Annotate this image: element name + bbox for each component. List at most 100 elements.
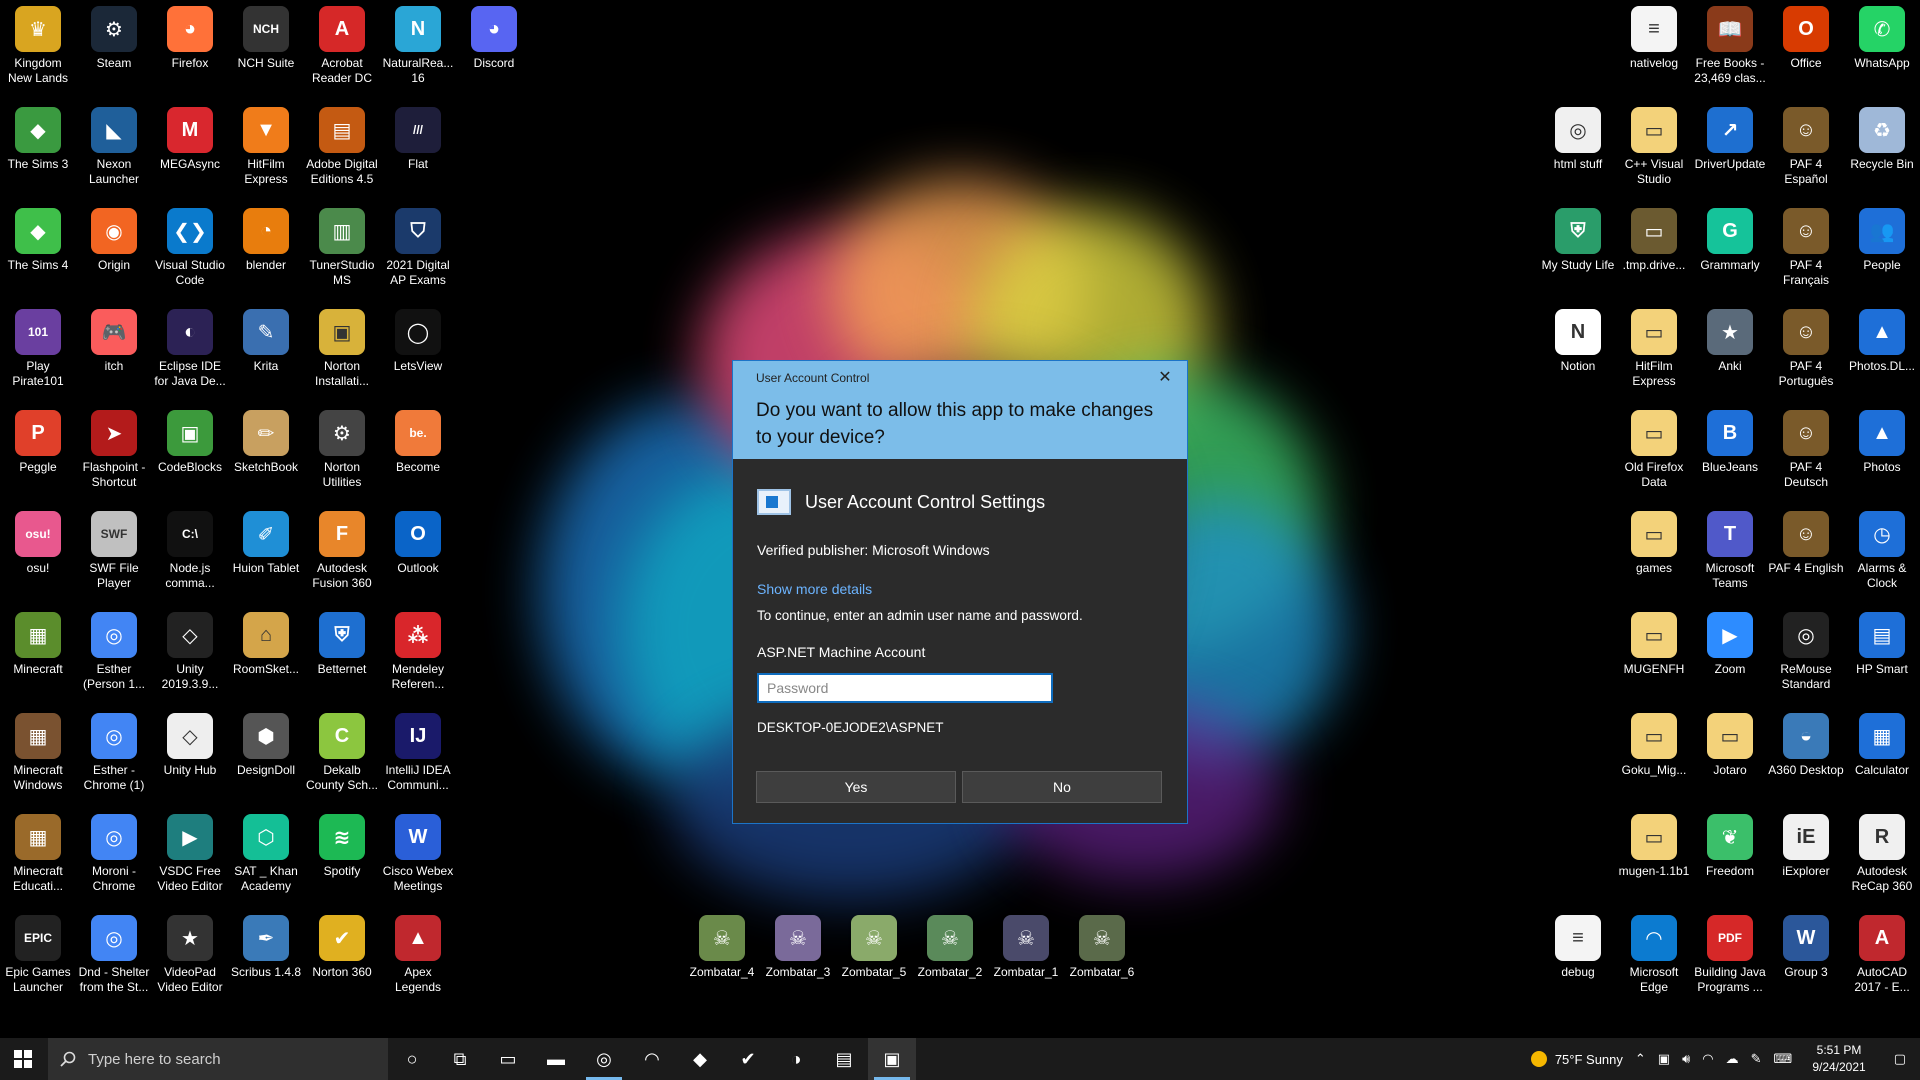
desktop-icon[interactable]: ≋ Spotify [304, 808, 380, 908]
desktop-icon[interactable]: F Autodesk Fusion 360 [304, 505, 380, 605]
desktop-icon[interactable]: ▤ Adobe Digital Editions 4.5 [304, 101, 380, 201]
desktop-icon[interactable]: ◉ Origin [76, 202, 152, 302]
desktop-icon[interactable]: ◐ Eclipse IDE for Java De... [152, 303, 228, 403]
desktop-icon[interactable]: ⁂ Mendeley Referen... [380, 606, 456, 706]
desktop-icon[interactable]: ▭ MUGENFH [1616, 606, 1692, 706]
show-more-details-link[interactable]: Show more details [757, 581, 872, 597]
notification-icon[interactable]: ▢ [1880, 1051, 1920, 1067]
desktop-icon[interactable]: ☺ PAF 4 Español [1768, 101, 1844, 201]
desktop-icon[interactable]: 👥 People [1844, 202, 1920, 302]
desktop-icon[interactable]: ◷ Alarms & Clock [1844, 505, 1920, 605]
tray-app-icon[interactable]: ▣ [1652, 1051, 1676, 1067]
notes-icon[interactable]: ◆ [676, 1038, 724, 1080]
close-icon[interactable]: ✕ [1153, 367, 1177, 389]
file-explorer-icon[interactable]: ▬ [532, 1038, 580, 1080]
desktop-icon[interactable]: NCH NCH Suite [228, 0, 304, 100]
desktop-icon[interactable]: PDF Building Java Programs ... [1692, 909, 1768, 1009]
desktop-icon[interactable]: ◎ Esther (Person 1... [76, 606, 152, 706]
desktop-icon[interactable]: ▼ HitFilm Express [228, 101, 304, 201]
desktop-icon[interactable]: N Notion [1540, 303, 1616, 403]
desktop-icon[interactable]: ▲ Apex Legends [380, 909, 456, 1009]
taskbar-search-box[interactable]: Type here to search [48, 1038, 388, 1080]
desktop-icon[interactable]: ☺ PAF 4 Deutsch [1768, 404, 1844, 504]
clock[interactable]: 5:51 PM 9/24/2021 [1798, 1042, 1879, 1076]
desktop-icon[interactable]: ⛨ My Study Life [1540, 202, 1616, 302]
desktop-icon[interactable]: EPIC Epic Games Launcher [0, 909, 76, 1009]
desktop-icon[interactable]: ≡ nativelog [1616, 0, 1692, 100]
desktop-icon[interactable]: ⌂ RoomSket... [228, 606, 304, 706]
desktop-icon[interactable]: ▭ mugen-1.1b1 [1616, 808, 1692, 908]
desktop-icon[interactable]: ☠ Zombatar_3 [760, 909, 836, 1009]
desktop-icon[interactable]: ▭ HitFilm Express [1616, 303, 1692, 403]
desktop-icon[interactable]: ★ Anki [1692, 303, 1768, 403]
desktop-icon[interactable]: ▣ CodeBlocks [152, 404, 228, 504]
desktop-icon[interactable]: B BlueJeans [1692, 404, 1768, 504]
desktop-icon[interactable]: ◇ Unity 2019.3.9... [152, 606, 228, 706]
desktop-icon[interactable]: ▭ games [1616, 505, 1692, 605]
desktop-icon[interactable]: ✎ Krita [228, 303, 304, 403]
desktop-icon[interactable]: ▭ Goku_Mig... [1616, 707, 1692, 807]
desktop-icon[interactable]: ▭ Jotaro [1692, 707, 1768, 807]
desktop-icon[interactable]: ✔ Norton 360 [304, 909, 380, 1009]
no-button[interactable]: No [962, 771, 1162, 803]
desktop-icon[interactable]: ▭ C++ Visual Studio [1616, 101, 1692, 201]
desktop-icon[interactable]: ▶ VSDC Free Video Editor [152, 808, 228, 908]
uac-settings-icon[interactable]: ▣ [868, 1038, 916, 1080]
desktop-icon[interactable]: O Outlook [380, 505, 456, 605]
desktop-icon[interactable]: ★ VideoPad Video Editor [152, 909, 228, 1009]
desktop-icon[interactable]: W Cisco Webex Meetings [380, 808, 456, 908]
desktop-icon[interactable]: ◎ html stuff [1540, 101, 1616, 201]
desktop-icon[interactable]: ▦ Minecraft Educati... [0, 808, 76, 908]
desktop-icon[interactable]: ✐ Huion Tablet [228, 505, 304, 605]
desktop-icon[interactable]: ◎ Moroni - Chrome [76, 808, 152, 908]
desktop-icon[interactable]: ♛ Kingdom New Lands [0, 0, 76, 100]
desktop-icon[interactable]: ▦ Calculator [1844, 707, 1920, 807]
desktop-icon[interactable]: ◆ The Sims 4 [0, 202, 76, 302]
desktop-icon[interactable]: ◔ blender [228, 202, 304, 302]
chrome-icon[interactable]: ◎ [580, 1038, 628, 1080]
desktop-icon[interactable]: ▶ Zoom [1692, 606, 1768, 706]
desktop-icon[interactable]: N NaturalRea... 16 [380, 0, 456, 100]
desktop-icon[interactable]: ◇ Unity Hub [152, 707, 228, 807]
desktop-icon[interactable]: P Peggle [0, 404, 76, 504]
desktop-icon[interactable]: ✆ WhatsApp [1844, 0, 1920, 100]
desktop-icon[interactable]: ▭ Old Firefox Data [1616, 404, 1692, 504]
desktop-icon[interactable]: ◒ A360 Desktop [1768, 707, 1844, 807]
yes-button[interactable]: Yes [756, 771, 956, 803]
desktop-icon[interactable]: ▭ .tmp.drive... [1616, 202, 1692, 302]
desktop-icon[interactable]: 🎮 itch [76, 303, 152, 403]
desktop-icon[interactable]: ≡ debug [1540, 909, 1616, 1009]
desktop-icon[interactable]: ◠ Microsoft Edge [1616, 909, 1692, 1009]
desktop-icon[interactable]: ⛉ 2021 Digital AP Exams [380, 202, 456, 302]
desktop-icon[interactable]: ☠ Zombatar_4 [684, 909, 760, 1009]
desktop-icon[interactable]: ❮❯ Visual Studio Code [152, 202, 228, 302]
desktop-icon[interactable]: ▤ HP Smart [1844, 606, 1920, 706]
wifi-icon[interactable]: ◠ [1696, 1051, 1719, 1067]
desktop-icon[interactable]: O Office [1768, 0, 1844, 100]
desktop-icon[interactable]: ◕ Discord [456, 0, 532, 100]
desktop-icon[interactable]: T Microsoft Teams [1692, 505, 1768, 605]
desktop-icon[interactable]: be. Become [380, 404, 456, 504]
paf-icon[interactable]: ▤ [820, 1038, 868, 1080]
desktop-icon[interactable]: ☠ Zombatar_1 [988, 909, 1064, 1009]
desktop-icon[interactable]: ◆ The Sims 3 [0, 101, 76, 201]
desktop-icon[interactable]: ▲ Photos.DL... [1844, 303, 1920, 403]
desktop-icon[interactable]: ☺ PAF 4 Français [1768, 202, 1844, 302]
desktop-icon[interactable]: ↗ DriverUpdate [1692, 101, 1768, 201]
desktop-icon[interactable]: ⬢ DesignDoll [228, 707, 304, 807]
todo-icon[interactable]: ✔ [724, 1038, 772, 1080]
desktop-icon[interactable]: ◎ Esther - Chrome (1) [76, 707, 152, 807]
desktop-icon[interactable]: ❦ Freedom [1692, 808, 1768, 908]
desktop-icon[interactable]: ▣ Norton Installati... [304, 303, 380, 403]
desktop-icon[interactable]: SWF SWF File Player [76, 505, 152, 605]
desktop-icon[interactable]: ◎ ReMouse Standard [1768, 606, 1844, 706]
desktop-icon[interactable]: ◕ Firefox [152, 0, 228, 100]
desktop-icon[interactable]: A AutoCAD 2017 - E... [1844, 909, 1920, 1009]
krita-icon[interactable]: ◑ [772, 1038, 820, 1080]
desktop-icon[interactable]: ⚙ Norton Utilities [304, 404, 380, 504]
desktop-icon[interactable]: M MEGAsync [152, 101, 228, 201]
desktop-icon[interactable]: osu! osu! [0, 505, 76, 605]
desktop-icon[interactable]: 📖 Free Books - 23,469 clas... [1692, 0, 1768, 100]
desktop-icon[interactable]: ◯ LetsView [380, 303, 456, 403]
desktop-icon[interactable]: iE iExplorer [1768, 808, 1844, 908]
